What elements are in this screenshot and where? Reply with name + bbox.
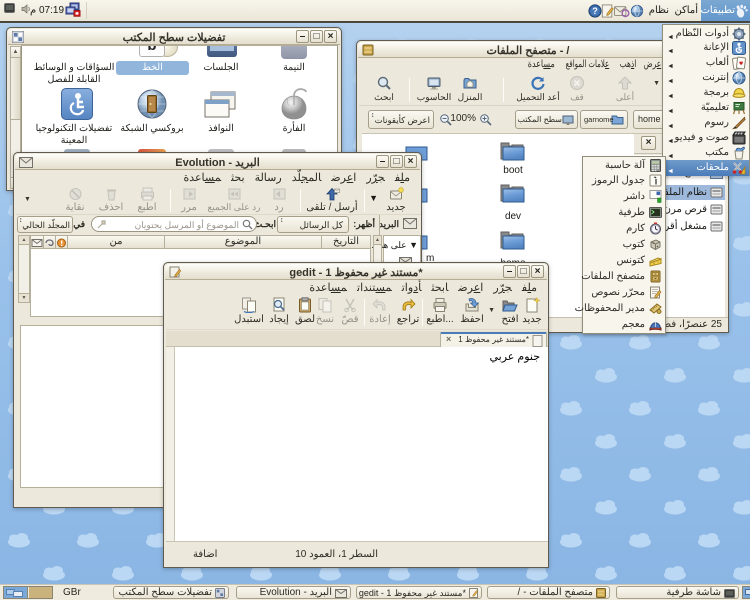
svg-text:?: ? <box>592 6 597 16</box>
